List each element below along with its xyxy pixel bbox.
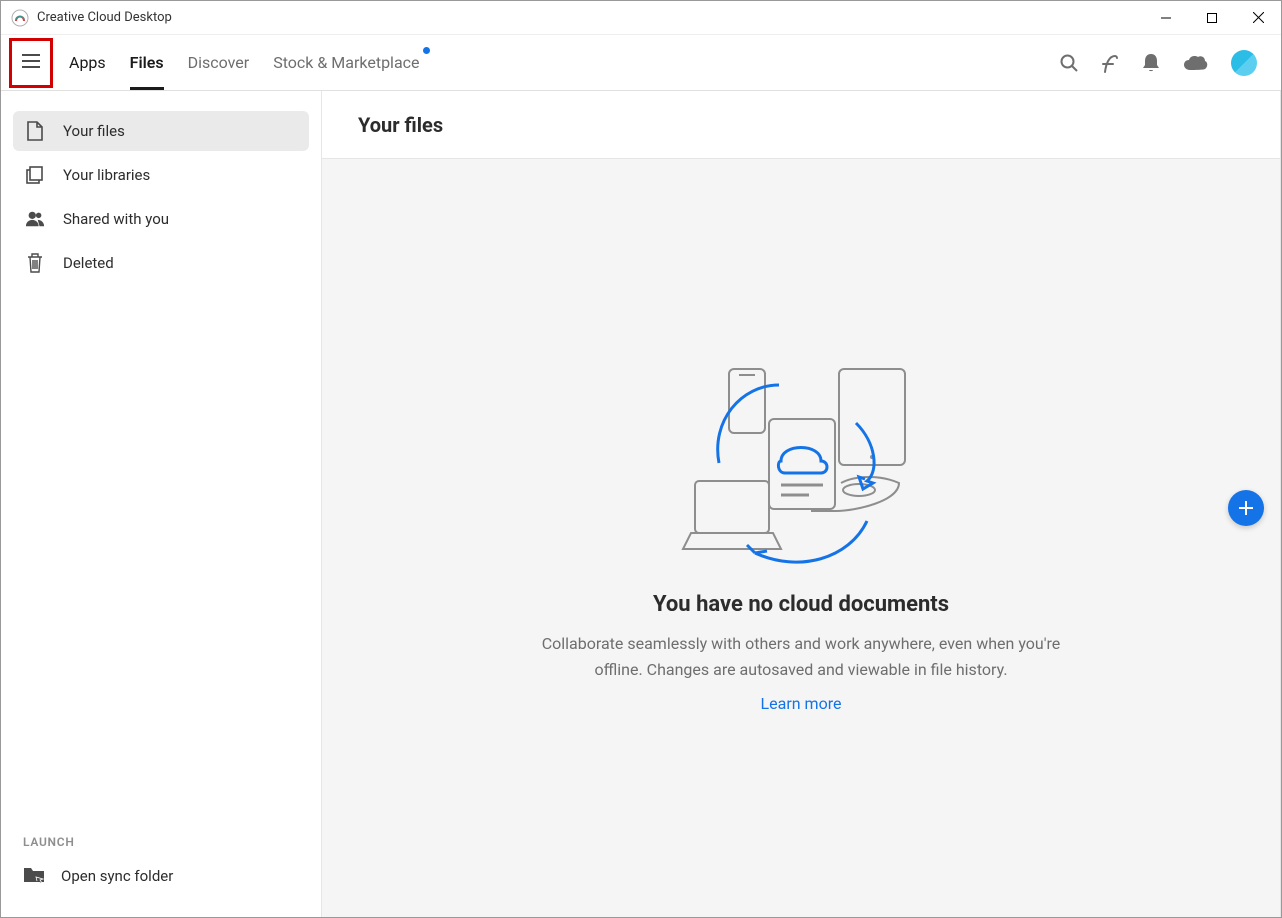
learn-more-link[interactable]: Learn more (761, 694, 842, 713)
sidebar-item-label: Shared with you (63, 210, 169, 228)
sidebar-item-deleted[interactable]: Deleted (13, 243, 309, 283)
menu-button[interactable] (15, 47, 47, 79)
hamburger-icon (21, 53, 41, 69)
sidebar-item-your-files[interactable]: Your files (13, 111, 309, 151)
tab-label: Discover (188, 53, 250, 72)
notification-dot-icon (423, 47, 430, 54)
window-controls (1143, 1, 1281, 35)
sidebar-item-label: Your libraries (63, 166, 150, 184)
cloud-status-button[interactable] (1183, 54, 1209, 72)
empty-state-description: Collaborate seamlessly with others and w… (521, 631, 1081, 682)
empty-state-title: You have no cloud documents (653, 592, 949, 617)
open-sync-folder[interactable]: Open sync folder (13, 857, 309, 907)
trash-icon (25, 253, 45, 273)
notifications-button[interactable] (1141, 52, 1161, 74)
empty-state-illustration (681, 363, 921, 572)
plus-icon (1238, 500, 1254, 516)
tab-apps[interactable]: Apps (57, 35, 118, 90)
minimize-button[interactable] (1143, 1, 1189, 35)
cloud-icon (1183, 54, 1209, 72)
sync-label: Open sync folder (61, 867, 173, 885)
main-panel: Your files (321, 91, 1281, 917)
folder-sync-icon (23, 865, 45, 887)
tab-label: Stock & Marketplace (273, 53, 419, 72)
window-titlebar: Creative Cloud Desktop (1, 1, 1281, 35)
tab-label: Files (130, 53, 164, 72)
launch-section-label: LAUNCH (13, 825, 309, 857)
search-button[interactable] (1059, 53, 1079, 73)
tab-stock-marketplace[interactable]: Stock & Marketplace (261, 35, 431, 90)
profile-avatar[interactable] (1231, 50, 1257, 76)
sidebar: Your files Your libraries Shared with yo… (1, 91, 321, 917)
add-button[interactable] (1228, 490, 1264, 526)
hamburger-highlight (9, 38, 53, 88)
fonts-button[interactable] (1101, 52, 1119, 74)
tab-discover[interactable]: Discover (176, 35, 262, 90)
maximize-button[interactable] (1189, 1, 1235, 35)
sidebar-item-label: Your files (63, 122, 125, 140)
top-nav: Apps Files Discover Stock & Marketplace (1, 35, 1281, 91)
empty-state: You have no cloud documents Collaborate … (322, 159, 1280, 917)
tab-label: Apps (69, 53, 106, 72)
fonts-icon (1101, 52, 1119, 74)
sidebar-item-label: Deleted (63, 254, 114, 272)
page-title: Your files (322, 91, 1280, 159)
bell-icon (1141, 52, 1161, 74)
people-icon (25, 210, 45, 228)
search-icon (1059, 53, 1079, 73)
content-area: Your files Your libraries Shared with yo… (1, 91, 1281, 917)
close-button[interactable] (1235, 1, 1281, 35)
file-icon (25, 121, 45, 141)
tab-files[interactable]: Files (118, 35, 176, 90)
window-title: Creative Cloud Desktop (37, 10, 172, 25)
sidebar-item-your-libraries[interactable]: Your libraries (13, 155, 309, 195)
sidebar-item-shared[interactable]: Shared with you (13, 199, 309, 239)
libraries-icon (25, 166, 45, 184)
app-icon (11, 9, 29, 27)
